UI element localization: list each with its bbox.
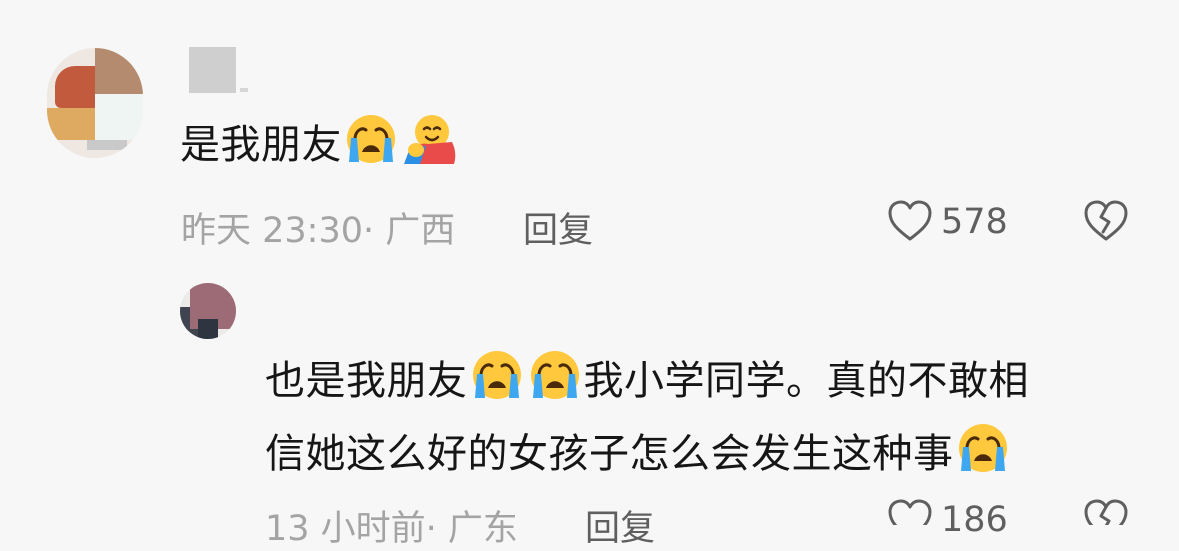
crying-face-icon [344,112,398,166]
hug-face-icon [402,112,456,166]
broken-heart-icon [1084,499,1128,525]
reply-text-part-c: 信她这么好的女孩子怎么会发生这种事 [265,431,954,477]
reply-text-line-1: 也是我朋友 我小学同学。真的不敢相 [265,346,1029,416]
reply-text-part-a: 也是我朋友 [265,358,468,404]
like-button[interactable] [886,198,934,244]
username[interactable] [189,47,236,93]
reply-avatar[interactable] [180,283,236,339]
like-button[interactable] [886,497,934,525]
crying-face-icon [956,421,1010,475]
like-count: 186 [941,500,1008,540]
comment-time: 昨天 23:30 [181,211,363,251]
reply-time: 13 小时前 [265,509,426,549]
heart-outline-icon [888,200,932,241]
reply-text-line-2: 信她这么好的女孩子怎么会发生这种事 [265,419,1012,489]
comment-location: · 广西 [363,211,456,251]
avatar[interactable] [47,48,143,158]
dislike-button[interactable] [1082,497,1130,525]
reply-meta: 13 小时前· 广东 [265,500,518,551]
reply-button[interactable]: 回复 [523,202,593,253]
crying-face-icon [470,348,524,402]
like-count: 578 [941,202,1008,242]
dislike-button[interactable] [1082,198,1130,244]
comment-text: 是我朋友 [180,110,458,180]
crying-face-icon [528,348,582,402]
comment-meta: 昨天 23:30· 广西 [181,202,455,253]
reply-text-part-b: 我小学同学。真的不敢相 [583,358,1029,404]
username-mark [240,88,248,92]
heart-outline-icon [888,499,932,525]
comment-text-body: 是我朋友 [180,122,342,168]
broken-heart-icon [1084,200,1128,241]
reply-location: · 广东 [425,509,518,549]
reply-button[interactable]: 回复 [585,500,655,551]
